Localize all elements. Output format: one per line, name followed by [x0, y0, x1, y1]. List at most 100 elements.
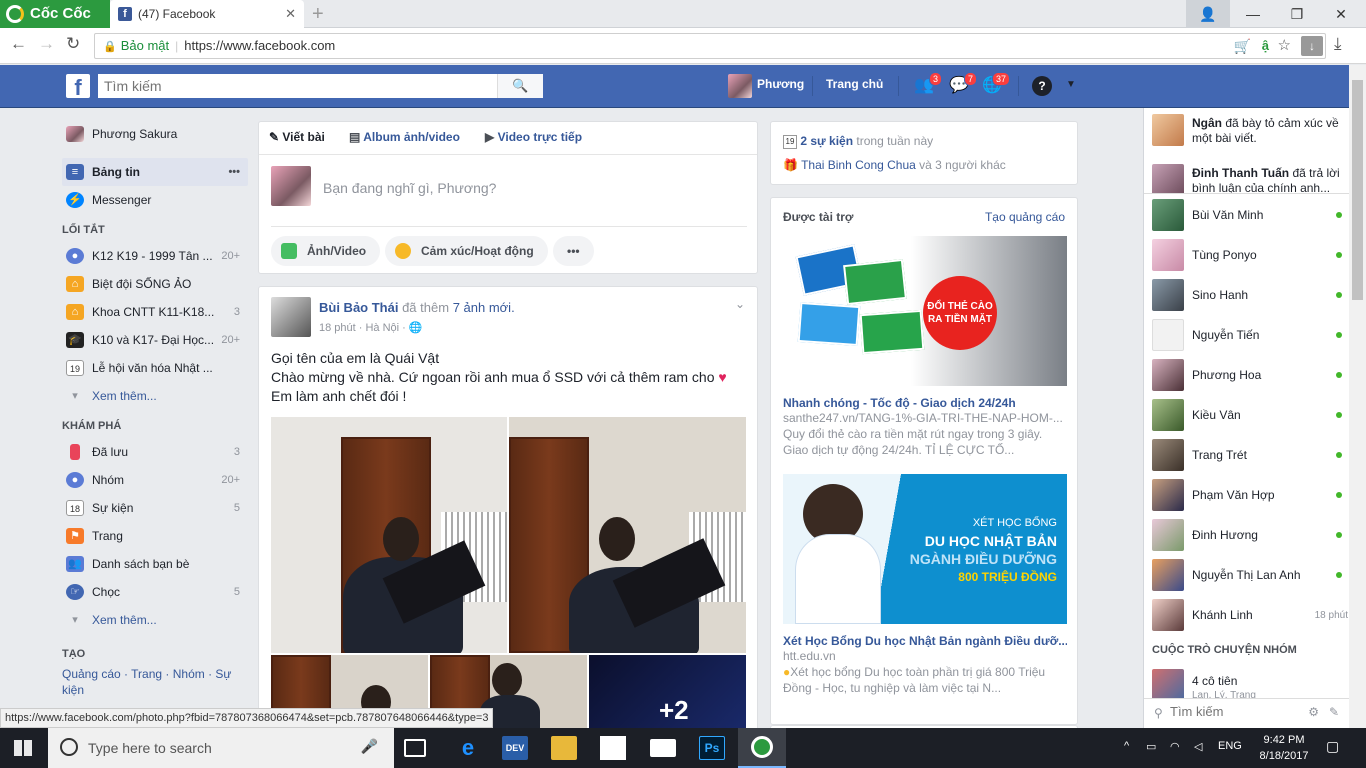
- shortcut-item[interactable]: ● K12 K19 - 1999 Tân ... 20+: [62, 242, 248, 270]
- ad2-text[interactable]: Xét Học Bổng Du học Nhật Bản ngành Điều …: [783, 634, 1067, 696]
- ad1-text[interactable]: Nhanh chóng - Tốc độ - Giao dịch 24/24h …: [783, 396, 1067, 458]
- explore-pokes[interactable]: ☞ Chọc 5: [62, 578, 248, 606]
- group-chat-item[interactable]: 4 cô tiên Lan, Lý, Trang: [1152, 666, 1342, 700]
- tab-photo-album[interactable]: ▤ Album ảnh/video: [349, 130, 460, 144]
- file-explorer-icon[interactable]: [551, 736, 577, 760]
- photo-video-button[interactable]: Ảnh/Video: [271, 236, 381, 266]
- downloads-icon[interactable]: ⤓: [1334, 34, 1342, 54]
- chat-contact[interactable]: Đinh Hương: [1152, 516, 1342, 556]
- chat-contact[interactable]: Nguyễn Tiến: [1152, 316, 1342, 356]
- friend-requests-icon[interactable]: 👥 3: [912, 72, 942, 97]
- composer-input[interactable]: Bạn đang nghĩ gì, Phương?: [323, 180, 496, 196]
- create-ad-link[interactable]: Tạo quảng cáo: [985, 210, 1065, 224]
- volume-icon[interactable]: ◁: [1194, 740, 1202, 753]
- post-author[interactable]: Bùi Bảo Thái đã thêm 7 ảnh mới.: [319, 300, 515, 315]
- chat-contact[interactable]: Kiều Vân: [1152, 396, 1342, 436]
- shopping-cart-icon[interactable]: 🛒: [1234, 34, 1251, 58]
- close-window-icon[interactable]: ✕: [1318, 0, 1364, 28]
- reload-icon[interactable]: ↻: [66, 34, 80, 54]
- browser-tab-facebook[interactable]: f (47) Facebook ✕: [110, 0, 304, 28]
- chat-contact[interactable]: Sino Hanh: [1152, 276, 1342, 316]
- create-links[interactable]: Quảng cáo · Trang · Nhóm · Sự kiện: [62, 666, 248, 698]
- shortcut-item[interactable]: ⌂ Biệt đội SỐNG ẢO: [62, 270, 248, 298]
- back-arrow-icon[interactable]: ←: [10, 34, 27, 54]
- feeling-activity-button[interactable]: Cảm xúc/Hoạt động: [385, 236, 548, 266]
- help-icon[interactable]: ?: [1032, 76, 1052, 96]
- store-icon[interactable]: [600, 736, 626, 760]
- taskbar-clock[interactable]: 9:42 PM 8/18/2017: [1254, 732, 1314, 764]
- search-icon[interactable]: 🔍: [497, 74, 543, 98]
- composer-more-button[interactable]: •••: [553, 236, 594, 266]
- chat-settings-gear-icon[interactable]: ⚙: [1308, 705, 1319, 719]
- mail-icon[interactable]: [650, 739, 676, 757]
- chat-search-input[interactable]: [1170, 704, 1290, 719]
- explore-saved[interactable]: Đã lưu 3: [62, 438, 248, 466]
- profile-nav-item[interactable]: Phương Sakura: [62, 120, 248, 148]
- facebook-logo-icon[interactable]: f: [66, 74, 90, 100]
- chat-contact[interactable]: Khánh Linh 18 phút: [1152, 596, 1348, 636]
- edge-browser-icon[interactable]: e: [455, 736, 481, 760]
- chat-contact[interactable]: Nguyễn Thị Lan Anh: [1152, 556, 1342, 596]
- profile-link[interactable]: Phương: [757, 77, 804, 91]
- microphone-icon[interactable]: 🎤: [361, 738, 378, 755]
- url-bar[interactable]: 🔒 Bảo mật | https://www.facebook.com 🛒 ậ ☆ …: [94, 33, 1326, 59]
- chat-contact[interactable]: Phạm Văn Hợp: [1152, 476, 1342, 516]
- tab-live-video[interactable]: ▶ Video trực tiếp: [485, 130, 582, 144]
- close-tab-icon[interactable]: ✕: [285, 0, 296, 28]
- facebook-search-input[interactable]: [98, 74, 498, 98]
- chat-contact[interactable]: Bùi Văn Minh: [1152, 196, 1342, 236]
- download-video-icon[interactable]: ↓: [1301, 36, 1323, 56]
- explore-groups[interactable]: ● Nhóm 20+: [62, 466, 248, 494]
- forward-arrow-icon[interactable]: →: [38, 34, 55, 54]
- tray-overflow-icon[interactable]: ^: [1124, 740, 1129, 752]
- news-feed-more-icon[interactable]: •••: [228, 158, 240, 186]
- wifi-icon[interactable]: ◠: [1170, 740, 1180, 753]
- ticker-item[interactable]: Đinh Thanh Tuấn đã trả lời bình luận của…: [1192, 166, 1342, 193]
- explore-events[interactable]: 18 Sự kiện 5: [62, 494, 248, 522]
- minimize-icon[interactable]: —: [1230, 0, 1276, 28]
- input-language[interactable]: ENG: [1218, 740, 1242, 752]
- messages-icon[interactable]: 💬 7: [947, 72, 977, 97]
- post-options-chevron-down-icon[interactable]: ⌄: [735, 297, 745, 311]
- home-link[interactable]: Trang chủ: [826, 77, 883, 91]
- tab-write-post[interactable]: ✎ Viết bài: [269, 130, 325, 144]
- chat-contact[interactable]: Phương Hoa: [1152, 356, 1342, 396]
- post-photo-1[interactable]: [271, 417, 507, 653]
- coccoc-menu-button[interactable]: Cốc Cốc: [0, 0, 110, 28]
- user-profile-icon[interactable]: 👤: [1186, 0, 1230, 28]
- shortcut-item[interactable]: 19 Lễ hội văn hóa Nhật ...: [62, 354, 248, 382]
- explore-friend-lists[interactable]: 👥 Danh sách bạn bè: [62, 550, 248, 578]
- see-more-shortcuts-link[interactable]: ▾ Xem thêm...: [62, 382, 248, 410]
- taskbar-search[interactable]: Type here to search 🎤: [48, 728, 394, 768]
- ticker-item[interactable]: Ngân đã bày tỏ cảm xúc về một bài viết.: [1192, 116, 1342, 146]
- coccoc-taskbar-button[interactable]: [738, 728, 786, 768]
- profile-avatar[interactable]: [728, 74, 752, 98]
- task-view-icon[interactable]: [404, 739, 426, 757]
- shortcut-item[interactable]: ⌂ Khoa CNTT K11-K18... 3: [62, 298, 248, 326]
- news-feed-nav-item[interactable]: ≡ Bảng tin •••: [62, 158, 248, 186]
- page-scrollbar-thumb[interactable]: [1352, 80, 1363, 300]
- see-more-explore-link[interactable]: ▾ Xem thêm...: [62, 606, 248, 634]
- new-message-compose-icon[interactable]: ✎: [1329, 705, 1339, 719]
- account-menu-chevron-down-icon[interactable]: ▼: [1066, 79, 1076, 90]
- author-avatar[interactable]: [271, 297, 311, 337]
- ad1-image[interactable]: ĐỔI THẺ CÀO RA TIỀN MẶT: [783, 236, 1067, 386]
- restore-icon[interactable]: ❐: [1274, 0, 1320, 28]
- battery-icon[interactable]: ▭: [1146, 740, 1156, 753]
- shortcut-item[interactable]: 🎓 K10 và K17- Đại Học... 20+: [62, 326, 248, 354]
- chat-contact[interactable]: Trang Trét: [1152, 436, 1342, 476]
- url-text[interactable]: https://www.facebook.com: [184, 38, 335, 53]
- new-tab-icon[interactable]: +: [312, 3, 324, 26]
- windows-start-icon[interactable]: [14, 740, 32, 756]
- messenger-nav-item[interactable]: ⚡ Messenger: [62, 186, 248, 214]
- notifications-icon[interactable]: 🌐 37: [980, 72, 1010, 97]
- photoshop-icon[interactable]: Ps: [699, 736, 725, 760]
- birthday-row[interactable]: 🎁 Thai Binh Cong Chua và 3 người khác: [783, 158, 1006, 172]
- chat-contact[interactable]: Tùng Ponyo: [1152, 236, 1342, 276]
- dev-cpp-icon[interactable]: DEV: [502, 736, 528, 760]
- action-center-icon[interactable]: ▢: [1326, 738, 1339, 755]
- explore-pages[interactable]: ⚑ Trang: [62, 522, 248, 550]
- post-photo-5[interactable]: +2: [589, 655, 746, 735]
- events-row[interactable]: 19 2 sự kiện trong tuần này: [783, 134, 933, 149]
- ad2-image[interactable]: XÉT HỌC BỔNG DU HỌC NHẬT BẢN NGÀNH ĐIỀU …: [783, 474, 1067, 624]
